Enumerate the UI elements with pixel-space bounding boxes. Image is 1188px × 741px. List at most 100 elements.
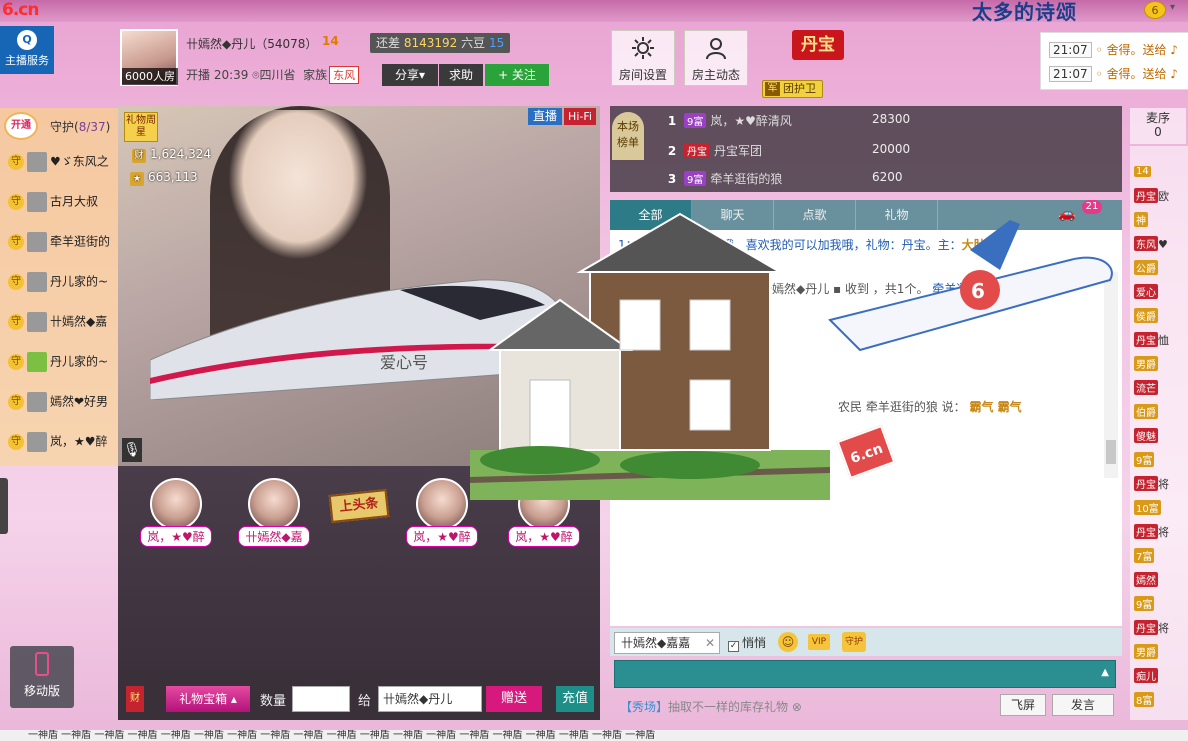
close-icon[interactable]: ✕ <box>705 633 715 653</box>
ranking-tab[interactable]: 本场榜单 <box>612 112 644 160</box>
mic-queue-item[interactable]: 公爵 <box>1134 260 1188 280</box>
mic-queue-item[interactable]: 傻魅 <box>1134 428 1188 448</box>
recipient-select[interactable]: 卄嫣然◆丹儿 <box>378 686 482 712</box>
family-tag[interactable]: 东风 <box>329 66 360 84</box>
fortune-button[interactable]: 财 <box>126 686 144 712</box>
recharge-button[interactable]: 充值 <box>556 686 594 712</box>
promo-banner[interactable]: 【秀场】抽取不一样的库存礼物 ⊗ <box>620 698 802 715</box>
guard-title: 守护(8/37) <box>50 118 110 135</box>
mic-queue-item[interactable]: 7富 <box>1134 548 1188 568</box>
follow-button[interactable]: + 关注 <box>485 64 549 86</box>
mic-queue-item[interactable]: 男爵 <box>1134 644 1188 664</box>
guard-name: 卄嫣然◆嘉 <box>50 314 108 329</box>
mic-queue-item[interactable]: 丹宝将 <box>1134 620 1188 640</box>
mic-queue-item[interactable]: 14 <box>1134 164 1188 184</box>
chat-scroll-thumb[interactable] <box>1106 440 1116 464</box>
ranking-row[interactable]: 2 丹宝 丹宝军团 20000 <box>664 142 1104 168</box>
chevron-down-icon[interactable]: ▾ <box>1170 2 1175 13</box>
close-icon[interactable]: ⊗ <box>792 700 802 714</box>
give-gift-button[interactable]: 赠送 <box>486 686 542 712</box>
mic-queue-item[interactable]: 嫣然 <box>1134 572 1188 592</box>
mic-queue-item[interactable]: 东风 ♥ <box>1134 236 1188 256</box>
flyscreen-button[interactable]: 飞屏 <box>1000 694 1046 716</box>
mic-queue-item[interactable]: 丹宝将 <box>1134 476 1188 496</box>
rich-level-tag: 丹宝 <box>684 143 710 158</box>
avatar <box>27 232 47 252</box>
mic-queue-item[interactable]: 神 <box>1134 212 1188 232</box>
feed-row: 21:07 ◦ 舍得。送给 ♪ <box>1049 65 1188 85</box>
quantity-input[interactable] <box>292 686 350 712</box>
guard-item[interactable]: 守 丹儿家的~ <box>8 352 118 382</box>
ranking-row[interactable]: 1 9富 岚，★♥醉清风 28300 <box>664 112 1104 138</box>
guard-name: 岚，★♥醉 <box>50 434 108 449</box>
mic-queue-item[interactable]: 侯爵 <box>1134 308 1188 328</box>
share-button[interactable]: 分享▾ <box>382 64 438 86</box>
promo-key: 【秀场】 <box>620 700 669 714</box>
rank-score: 28300 <box>872 112 911 126</box>
chat-message: 农民 牵羊逛街的狼 说： 霸气 霸气 <box>838 398 1022 415</box>
mic-seat[interactable]: 卄嫣然◆嘉 <box>228 478 320 547</box>
mic-queue-item[interactable]: 丹宝欧 <box>1134 188 1188 208</box>
ranking-row[interactable]: 3 9富 牵羊逛街的狼 6200 <box>664 170 1104 196</box>
mobile-version-button[interactable]: 移动版 <box>10 646 74 708</box>
guard-item[interactable]: 守 古月大叔 <box>8 192 118 222</box>
emoji-icon[interactable]: ☺ <box>778 632 798 652</box>
mic-queue-item[interactable]: 丹宝恤 <box>1134 332 1188 352</box>
mic-queue-header[interactable]: 麦序 0 <box>1130 108 1186 144</box>
guard-item[interactable]: 守 丹儿家的~ <box>8 272 118 302</box>
gift-treasure-button[interactable]: 礼物宝箱 ▴ <box>166 686 250 712</box>
checkbox-icon[interactable]: ✓ <box>728 641 739 652</box>
next-level: 15 <box>488 36 505 50</box>
host-name[interactable]: 卄嫣然◆丹儿（54078） <box>186 35 317 52</box>
mic-queue-item[interactable]: 伯爵 <box>1134 404 1188 424</box>
queue-tag: 男爵 <box>1134 356 1158 371</box>
guard-item[interactable]: 守 岚，★♥醉 <box>8 432 118 462</box>
mic-seat[interactable]: 岚，★♥醉 <box>130 478 222 547</box>
site-logo[interactable]: 6.cn <box>2 0 54 22</box>
send-button[interactable]: 发言 <box>1052 694 1114 716</box>
guard-item[interactable]: 守 嫣然❤好男 <box>8 392 118 422</box>
gift-treasure-label: 礼物宝箱 <box>179 692 228 706</box>
guard-badge-icon: 军 <box>765 82 780 96</box>
phone-icon <box>35 652 49 676</box>
mic-queue-item[interactable]: 9富 <box>1134 452 1188 472</box>
host-updates-button[interactable]: 房主动态 <box>684 30 748 86</box>
chat-emote: 霸气 霸气 <box>969 400 1022 414</box>
chat-target-chip[interactable]: 卄嫣然◆嘉嘉 ✕ <box>614 632 720 654</box>
help-button[interactable]: 求助 <box>439 64 483 86</box>
chevron-up-icon[interactable]: ▲ <box>1101 667 1109 678</box>
mic-queue-item[interactable]: 8富 <box>1134 692 1188 712</box>
mic-queue-item[interactable]: 爱心 <box>1134 284 1188 304</box>
rank-name: 丹宝军团 <box>714 144 763 158</box>
room-settings-label: 房间设置 <box>618 68 667 82</box>
microphone-icon[interactable]: 🎙 <box>122 438 142 462</box>
mic-queue-item[interactable]: 丹宝将 <box>1134 524 1188 544</box>
queue-tag: 10富 <box>1134 500 1161 515</box>
host-updates-label: 房主动态 <box>691 68 740 82</box>
recipient-label: 给 <box>358 694 372 709</box>
chat-input[interactable]: ▲ <box>614 660 1116 688</box>
danbao-badge[interactable]: 丹宝 <box>792 30 844 60</box>
room-settings-button[interactable]: 房间设置 <box>611 30 675 86</box>
hifi-tag[interactable]: Hi-Fi <box>564 108 596 125</box>
mic-queue-item[interactable]: 9富 <box>1134 596 1188 616</box>
anchor-service-button[interactable]: Q 主播服务 <box>0 26 54 74</box>
mic-queue-item[interactable]: 10富 <box>1134 500 1188 520</box>
vip-icon[interactable]: VIP <box>808 634 830 650</box>
guard-item[interactable]: 守 牵羊逛街的 <box>8 232 118 262</box>
guard-icon: 守 <box>8 274 24 290</box>
guard-item[interactable]: 守 卄嫣然◆嘉 <box>8 312 118 342</box>
coin-icon[interactable]: 6 <box>1144 1 1166 19</box>
open-guard-button[interactable]: 开通 <box>4 112 38 140</box>
whisper-label: 悄悄 <box>742 636 767 650</box>
mic-queue-item[interactable]: 男爵 <box>1134 356 1188 376</box>
left-collapse-handle[interactable] <box>0 478 8 534</box>
guard-item[interactable]: 守 ♥ゞ东风之 <box>8 152 118 182</box>
gift-star-badge[interactable]: 礼物周星 <box>124 112 158 142</box>
mic-queue-item[interactable]: 流芒 <box>1134 380 1188 400</box>
whisper-toggle[interactable]: ✓ 悄悄 <box>728 634 766 652</box>
mic-queue-item[interactable]: 痴儿 <box>1134 668 1188 688</box>
diff-unit: 六豆 <box>461 36 486 50</box>
guard-group-button[interactable]: 军 团护卫 <box>762 80 823 98</box>
guard-emote-icon[interactable]: 守护 <box>842 632 866 652</box>
